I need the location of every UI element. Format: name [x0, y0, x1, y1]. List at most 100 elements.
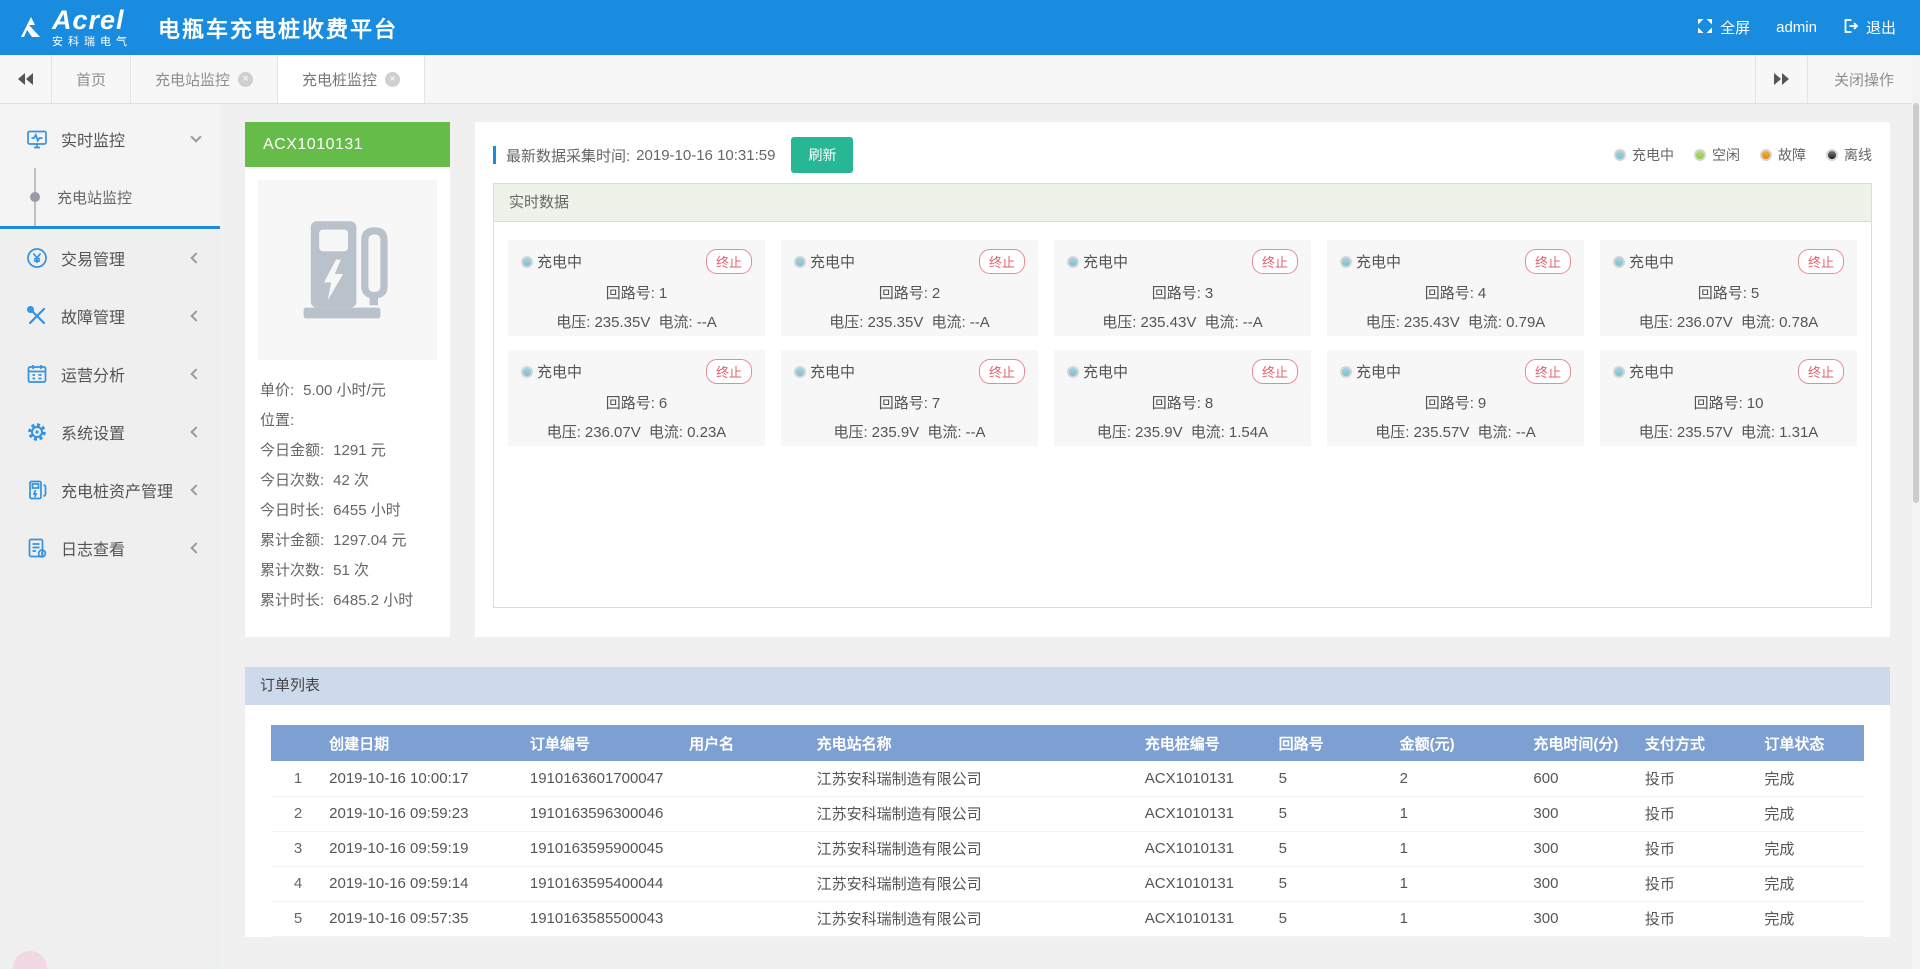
- legend-idle: 空闲: [1694, 145, 1740, 165]
- sidebar-item-faults[interactable]: 故障管理: [0, 287, 220, 345]
- orders-table-header: 创建日期 订单编号 用户名 充电站名称 充电桩编号 回路号 金额(元) 充电时间…: [271, 725, 1864, 761]
- close-tab-icon[interactable]: ×: [385, 72, 400, 87]
- table-row[interactable]: 4 2019-10-16 09:59:14 1910163595400044 江…: [271, 866, 1864, 901]
- col-pile: 充电桩编号: [1141, 725, 1275, 761]
- status-legend: 充电中 空闲 故障 离线: [1614, 145, 1872, 165]
- close-tab-icon[interactable]: ×: [238, 72, 253, 87]
- username[interactable]: admin: [1776, 19, 1817, 36]
- chevron-left-icon: [190, 310, 201, 321]
- terminate-button[interactable]: 终止: [1798, 359, 1844, 384]
- acrel-logo-icon: [18, 15, 44, 41]
- circuit-card: 充电中终止 回路号:7 电压:235.9V 电流:--A: [781, 350, 1038, 446]
- charging-status-icon: [794, 256, 806, 268]
- app-header: Acrel 安科瑞电气 电瓶车充电桩收费平台 全屏 admin 退出: [0, 0, 1920, 55]
- realtime-monitor-icon: [26, 128, 48, 150]
- realtime-data-title: 实时数据: [494, 184, 1871, 222]
- refresh-button[interactable]: 刷新: [791, 137, 853, 173]
- logout-button[interactable]: 退出: [1843, 17, 1896, 38]
- table-row[interactable]: 1 2019-10-16 10:00:17 1910163601700047 江…: [271, 761, 1864, 796]
- circuit-card: 充电中终止 回路号:3 电压:235.43V 电流:--A: [1054, 240, 1311, 336]
- sidebar-item-pile-assets[interactable]: 充电桩资产管理: [0, 461, 220, 519]
- stat-today-count: 今日次数:42 次: [260, 464, 435, 494]
- fullscreen-button[interactable]: 全屏: [1697, 17, 1750, 38]
- chevron-down-icon: [190, 131, 201, 142]
- circuit-card: 充电中终止 回路号:5 电压:236.07V 电流:0.78A: [1600, 240, 1857, 336]
- main-content: ACX1010131: [220, 104, 1920, 969]
- orders-table: 创建日期 订单编号 用户名 充电站名称 充电桩编号 回路号 金额(元) 充电时间…: [271, 725, 1864, 937]
- tabs-scroll-right-button[interactable]: [1755, 55, 1807, 103]
- tab-bar: 首页 充电站监控 × 充电桩监控 × 关闭操作: [0, 55, 1920, 104]
- stat-total-amount: 累计金额:1297.04 元: [260, 524, 435, 554]
- tabs-scroll-left-button[interactable]: [0, 55, 52, 103]
- chevron-left-icon: [190, 542, 201, 553]
- charging-status-icon: [521, 256, 533, 268]
- sidebar-item-realtime-monitor[interactable]: 实时监控: [0, 110, 220, 168]
- stat-location: 位置:: [260, 404, 435, 434]
- terminate-button[interactable]: 终止: [706, 249, 752, 274]
- stat-unit-price: 单价:5.00 小时/元: [260, 374, 435, 404]
- orders-title: 订单列表: [245, 667, 1890, 705]
- charging-status-icon: [1613, 366, 1625, 378]
- stat-today-amount: 今日金额:1291 元: [260, 434, 435, 464]
- col-station: 充电站名称: [813, 725, 1141, 761]
- scrollbar-thumb[interactable]: [1913, 103, 1919, 503]
- circuit-card: 充电中终止 回路号:6 电压:236.07V 电流:0.23A: [508, 350, 765, 446]
- logout-icon: [1843, 18, 1859, 38]
- collect-time-label: 最新数据采集时间:: [506, 145, 630, 166]
- sidebar-item-operation-analysis[interactable]: 运营分析: [0, 345, 220, 403]
- vertical-scrollbar[interactable]: [1912, 55, 1920, 969]
- terminate-button[interactable]: 终止: [706, 359, 752, 384]
- tab-station-monitor[interactable]: 充电站监控 ×: [131, 55, 278, 103]
- sidebar: 实时监控 充电站监控 交易管理 故障管理: [0, 104, 220, 969]
- stat-total-count: 累计次数:51 次: [260, 554, 435, 584]
- col-user: 用户名: [685, 725, 812, 761]
- fault-tools-icon: [26, 305, 48, 327]
- charging-status-icon: [1614, 149, 1626, 161]
- sidebar-item-logs[interactable]: 日志查看: [0, 519, 220, 577]
- chevron-left-icon: [190, 368, 201, 379]
- terminate-button[interactable]: 终止: [979, 249, 1025, 274]
- tab-pile-monitor[interactable]: 充电桩监控 ×: [278, 55, 425, 103]
- sidebar-item-station-monitor[interactable]: 充电站监控: [0, 168, 220, 226]
- charging-status-icon: [1613, 256, 1625, 268]
- logo-text: Acrel: [52, 7, 132, 34]
- circuit-card: 充电中终止 回路号:4 电压:235.43V 电流:0.79A: [1327, 240, 1584, 336]
- legend-charging: 充电中: [1614, 145, 1674, 165]
- tab-home[interactable]: 首页: [52, 55, 131, 103]
- fault-status-icon: [1760, 149, 1772, 161]
- circuit-card: 充电中终止 回路号:9 电压:235.57V 电流:--A: [1327, 350, 1584, 446]
- col-circuit: 回路号: [1275, 725, 1396, 761]
- circuit-card-grid: 充电中终止 回路号:1 电压:235.35V 电流:--A 充电中终止 回路号:…: [494, 222, 1871, 464]
- table-row[interactable]: 5 2019-10-16 09:57:35 1910163585500043 江…: [271, 901, 1864, 936]
- table-row[interactable]: 2 2019-10-16 09:59:23 1910163596300046 江…: [271, 796, 1864, 831]
- col-order-no: 订单编号: [526, 725, 685, 761]
- terminate-button[interactable]: 终止: [979, 359, 1025, 384]
- col-status: 订单状态: [1760, 725, 1864, 761]
- circuit-card: 充电中终止 回路号:8 电压:235.9V 电流:1.54A: [1054, 350, 1311, 446]
- terminate-button[interactable]: 终止: [1525, 359, 1571, 384]
- col-created-date: 创建日期: [325, 725, 526, 761]
- close-operations-menu[interactable]: 关闭操作: [1807, 55, 1920, 103]
- table-row[interactable]: 3 2019-10-16 09:59:19 1910163595900045 江…: [271, 831, 1864, 866]
- charging-status-icon: [1067, 366, 1079, 378]
- sidebar-item-system-settings[interactable]: 系统设置: [0, 403, 220, 461]
- log-document-icon: [26, 537, 48, 559]
- chevron-left-icon: [190, 252, 201, 263]
- pile-stats: 单价:5.00 小时/元 位置: 今日金额:1291 元 今日次数:42 次 今…: [258, 360, 437, 614]
- orders-section: 订单列表 创建日期 订单编号 用户名 充电站名称 充电桩编号: [245, 667, 1890, 937]
- page-title: 电瓶车充电桩收费平台: [158, 12, 398, 44]
- stat-today-duration: 今日时长:6455 小时: [260, 494, 435, 524]
- terminate-button[interactable]: 终止: [1798, 249, 1844, 274]
- col-minutes: 充电时间(分): [1529, 725, 1641, 761]
- sidebar-item-transactions[interactable]: 交易管理: [0, 229, 220, 287]
- offline-status-icon: [1826, 149, 1838, 161]
- charging-asset-icon: [26, 479, 48, 501]
- terminate-button[interactable]: 终止: [1252, 359, 1298, 384]
- circuit-card: 充电中终止 回路号:2 电压:235.35V 电流:--A: [781, 240, 1038, 336]
- charging-station-icon: [293, 214, 403, 327]
- terminate-button[interactable]: 终止: [1252, 249, 1298, 274]
- circuit-card: 充电中终止 回路号:1 电压:235.35V 电流:--A: [508, 240, 765, 336]
- realtime-data-box: 实时数据 充电中终止 回路号:1 电压:235.35V 电流:--A 充电中终止…: [493, 183, 1872, 608]
- terminate-button[interactable]: 终止: [1525, 249, 1571, 274]
- chevron-left-icon: [190, 426, 201, 437]
